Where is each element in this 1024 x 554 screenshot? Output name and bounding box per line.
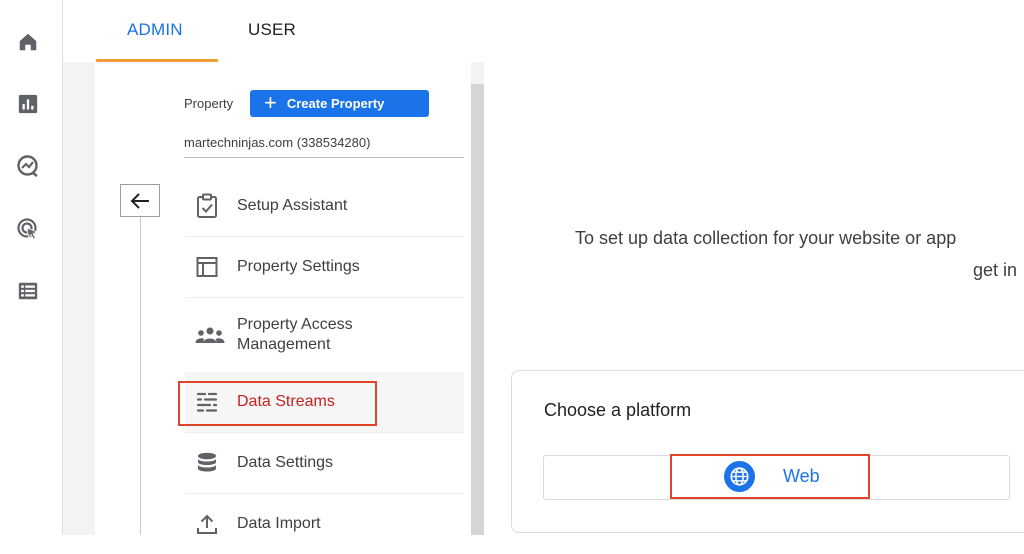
reports-icon[interactable] xyxy=(14,90,42,118)
nav-item-data-settings[interactable]: Data Settings xyxy=(185,433,464,493)
choose-platform-card xyxy=(511,370,1024,533)
highlight-box xyxy=(670,454,870,499)
divider xyxy=(184,157,464,158)
plus-icon: + xyxy=(264,89,277,115)
configure-icon[interactable] xyxy=(14,277,42,305)
back-button[interactable] xyxy=(120,184,160,217)
column-scrollbar[interactable] xyxy=(471,84,484,535)
left-rail xyxy=(0,0,63,535)
nav-item-label: Data Settings xyxy=(237,454,334,471)
nav-item-label: Property Access Management xyxy=(237,316,353,353)
tab-admin[interactable]: ADMIN xyxy=(127,20,183,40)
highlight-box xyxy=(178,381,377,426)
upload-icon xyxy=(185,512,237,536)
create-property-button[interactable]: + Create Property xyxy=(250,90,429,117)
nav-item-label: Data Import xyxy=(237,515,321,532)
nav-item-setup-assistant[interactable]: Setup Assistant xyxy=(185,176,464,236)
tab-bar: ADMIN USER xyxy=(63,0,1024,62)
info-text: To set up data collection for your websi… xyxy=(575,228,957,248)
property-selector[interactable]: martechninjas.com (338534280) xyxy=(184,135,370,150)
nav-item-label: Setup Assistant xyxy=(237,197,348,214)
checklist-icon xyxy=(185,193,237,219)
advertising-icon[interactable] xyxy=(14,215,42,243)
nav-item-property-access-management[interactable]: Property Access Management xyxy=(185,298,464,372)
tab-user[interactable]: USER xyxy=(248,20,296,40)
database-icon xyxy=(185,451,237,475)
property-label: Property xyxy=(184,96,234,111)
people-icon xyxy=(185,325,237,345)
nav-guide-line xyxy=(140,217,141,535)
nav-item-label: Property Settings xyxy=(237,258,360,275)
home-icon[interactable] xyxy=(14,28,42,56)
nav-item-data-import[interactable]: Data Import xyxy=(185,494,464,554)
settings-panel-icon xyxy=(185,255,237,279)
arrow-back-icon xyxy=(130,192,149,209)
nav-item-property-settings[interactable]: Property Settings xyxy=(185,237,464,297)
create-property-label: Create Property xyxy=(286,96,385,111)
info-text: get in xyxy=(973,260,1018,280)
platform-title: Choose a platform xyxy=(544,400,692,420)
explore-icon[interactable] xyxy=(14,152,42,180)
